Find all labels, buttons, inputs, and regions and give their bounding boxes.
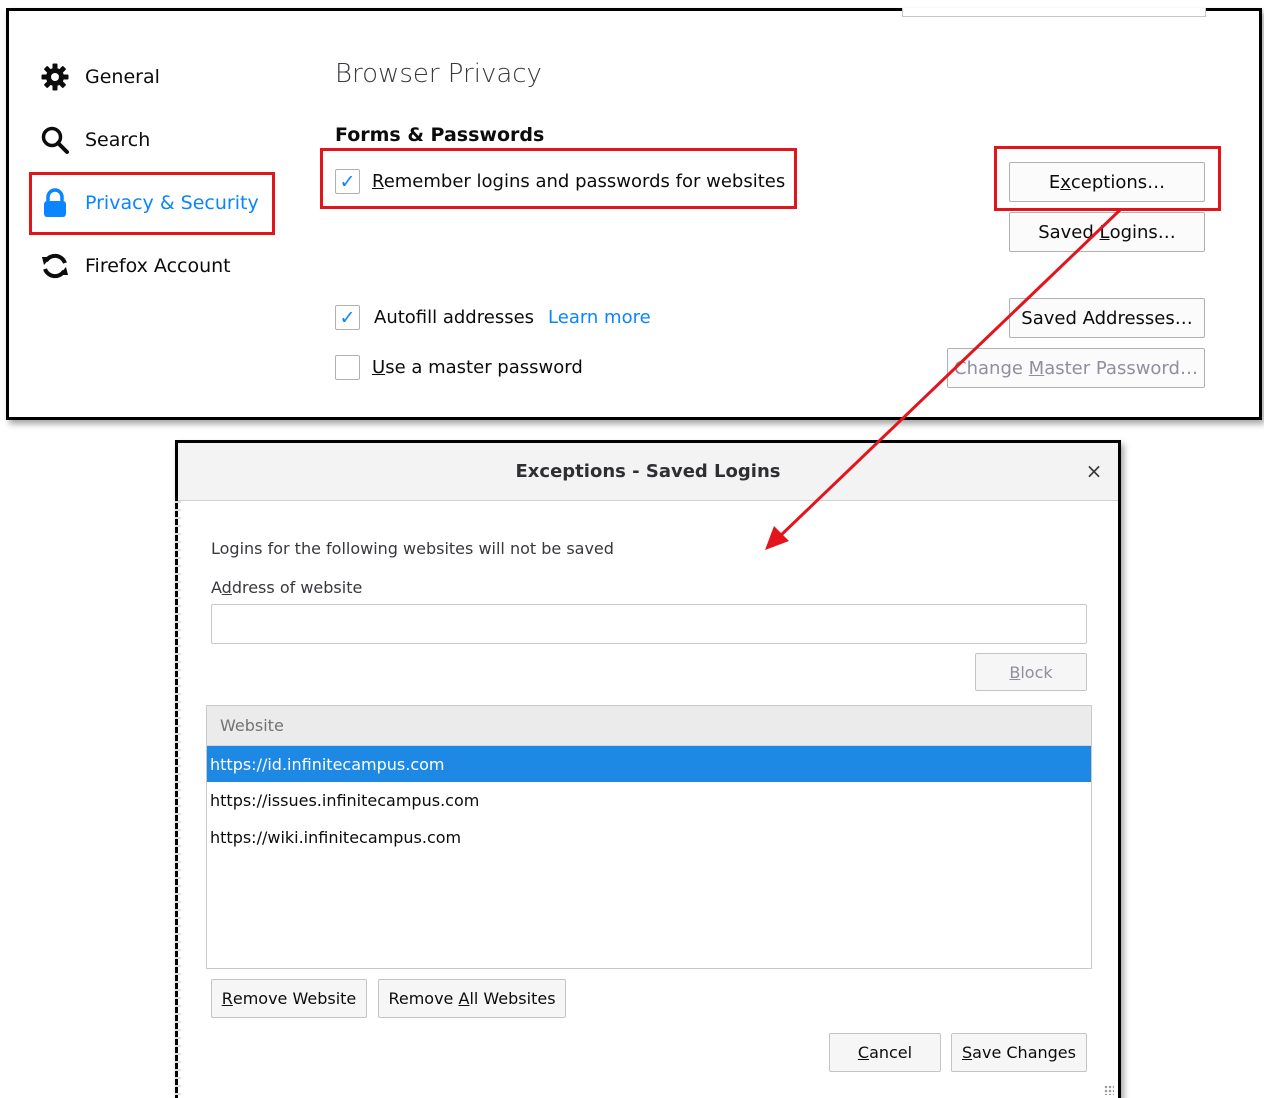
remove-website-button[interactable]: Remove Website: [211, 979, 367, 1018]
address-input[interactable]: [211, 604, 1087, 644]
list-item[interactable]: https://issues.infinitecampus.com: [207, 782, 1091, 819]
autofill-addresses-option[interactable]: ✓ Autofill addresses Learn more: [335, 305, 651, 330]
sidebar-item-firefox-account[interactable]: Firefox Account: [39, 246, 231, 286]
list-item[interactable]: https://id.infinitecampus.com: [207, 746, 1091, 782]
section-heading: Browser Privacy: [335, 59, 542, 89]
search-icon: [39, 124, 71, 156]
gear-icon: [39, 61, 71, 93]
sidebar-item-label: General: [85, 66, 160, 88]
exceptions-button[interactable]: Ex ceptions…: [1009, 162, 1205, 202]
remove-all-websites-button[interactable]: Remove All Websites: [378, 979, 566, 1018]
column-header-website[interactable]: Website: [207, 706, 1091, 746]
sidebar-item-label: Search: [85, 129, 151, 151]
website-list[interactable]: Website https://id.infinitecampus.com ht…: [206, 705, 1092, 969]
close-icon[interactable]: ×: [1082, 459, 1106, 483]
preferences-panel: General Search Privacy & Security Firefo…: [6, 8, 1262, 420]
remember-logins-checkbox[interactable]: ✓: [335, 169, 360, 194]
sidebar-item-privacy-security[interactable]: Privacy & Security: [39, 183, 259, 223]
sync-icon: [39, 250, 71, 282]
master-password-option[interactable]: Use a master password: [335, 355, 583, 380]
remember-logins-label: Remember logins and passwords for websit…: [372, 171, 786, 192]
forms-passwords-heading: Forms & Passwords: [335, 124, 545, 146]
exceptions-dialog: Exceptions - Saved Logins × Logins for t…: [175, 440, 1121, 1098]
autofill-addresses-label: Autofill addresses: [374, 307, 535, 328]
autofill-addresses-checkbox[interactable]: ✓: [335, 305, 360, 330]
address-label: Address of website: [211, 578, 363, 597]
window-edge: [175, 501, 181, 1098]
change-master-password-button[interactable]: Change Master Password…: [947, 348, 1205, 388]
learn-more-link[interactable]: Learn more: [548, 307, 651, 328]
screenshot-stage: General Search Privacy & Security Firefo…: [0, 0, 1264, 1098]
cancel-button[interactable]: Cancel: [829, 1033, 941, 1072]
saved-logins-button[interactable]: Saved Logins…: [1009, 212, 1205, 252]
dialog-description: Logins for the following websites will n…: [211, 539, 614, 558]
sidebar-item-general[interactable]: General: [39, 57, 160, 97]
sidebar-item-label: Firefox Account: [85, 255, 231, 277]
lock-icon: [39, 187, 71, 219]
save-changes-button[interactable]: Save Changes: [951, 1033, 1087, 1072]
cut-off-field: [902, 8, 1206, 17]
sidebar-item-label: Privacy & Security: [85, 192, 259, 214]
resize-grip-icon[interactable]: [1104, 1085, 1114, 1095]
master-password-checkbox[interactable]: [335, 355, 360, 380]
block-button[interactable]: Block: [975, 653, 1087, 691]
list-item[interactable]: https://wiki.infinitecampus.com: [207, 819, 1091, 856]
remember-logins-option[interactable]: ✓ Remember logins and passwords for webs…: [335, 169, 785, 194]
master-password-label: Use a master password: [372, 357, 583, 378]
saved-addresses-button[interactable]: Saved Addresses…: [1009, 298, 1205, 338]
sidebar-item-search[interactable]: Search: [39, 120, 150, 160]
dialog-title: Exceptions - Saved Logins: [178, 443, 1118, 501]
